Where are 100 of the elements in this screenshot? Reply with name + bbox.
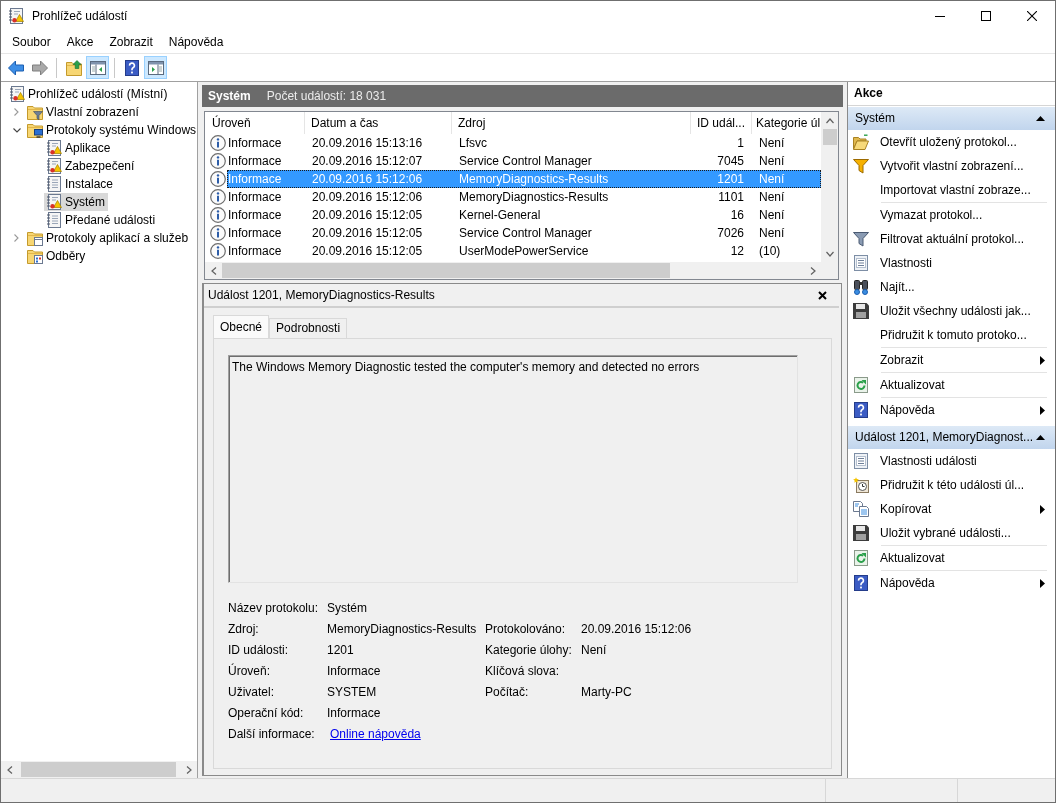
field-value: Informace [327, 706, 382, 721]
scroll-up-icon[interactable] [825, 117, 834, 124]
action-item[interactable]: Vymazat protokol... [848, 203, 1055, 227]
folder-funnel-icon [27, 104, 43, 120]
info-icon [210, 135, 226, 151]
event-row[interactable]: Informace 20.09.2016 15:13:16 Lfsvc 1 Není [227, 134, 821, 152]
expand-chevron-icon[interactable] [14, 234, 19, 242]
field-value: MemoryDiagnostics-Results [327, 622, 478, 637]
scroll-right-icon[interactable] [809, 266, 816, 275]
field-label: Úroveň: [228, 664, 272, 679]
event-row[interactable]: Informace 20.09.2016 15:12:06 MemoryDiagnostics-Results 1101 Není [227, 188, 821, 206]
scrollbar-thumb[interactable] [21, 762, 176, 777]
action-item[interactable]: Filtrovat aktuální protokol... [848, 227, 1055, 251]
table-cell-text: 7045 [716, 153, 745, 170]
field-value: 1201 [327, 643, 355, 658]
horizontal-scrollbar[interactable] [205, 262, 821, 279]
tree-item[interactable]: Aplikace [44, 139, 114, 157]
action-item[interactable]: Vlastnosti události [848, 449, 1055, 473]
event-row[interactable]: Informace 20.09.2016 15:12:05 Service Control Manager 7026 Není [227, 224, 821, 242]
help-icon [853, 575, 869, 591]
folder-grid-icon [27, 248, 43, 264]
properties-sheet-icon [853, 255, 869, 271]
table-cell-text: Informace [227, 225, 283, 242]
event-row[interactable]: Informace 20.09.2016 15:12:07 Service Control Manager 7045 Není [227, 152, 821, 170]
action-item[interactable]: Aktualizovat [848, 373, 1055, 397]
funnel-icon [853, 158, 869, 174]
tree-item[interactable]: Odběry [25, 247, 89, 265]
action-item[interactable]: Uložit všechny události jak... [848, 299, 1055, 323]
event-count: Počet událostí: 18 031 [266, 88, 387, 104]
menu-item[interactable]: Zobrazit [101, 31, 161, 53]
tab[interactable]: Podrobnosti [269, 318, 348, 338]
menu-item[interactable]: Nápověda [160, 31, 232, 53]
menu-item[interactable]: Akce [58, 31, 102, 53]
action-item[interactable]: Přidružit k tomuto protoko... [848, 323, 1055, 347]
table-cell-text: 16 [729, 207, 745, 224]
description-box: The Windows Memory Diagnostic tested the computer's memory and detected no errors [228, 355, 798, 583]
scrollbar-thumb[interactable] [222, 263, 670, 278]
window-title: Prohlížeč událostí [32, 8, 128, 24]
scroll-left-icon[interactable] [6, 765, 13, 774]
column-header[interactable]: ID udál... [691, 112, 752, 134]
submenu-arrow-icon [1040, 504, 1045, 514]
collapse-chevron-icon[interactable] [12, 127, 21, 133]
tree-item[interactable]: Zabezpečení [44, 157, 138, 175]
submenu-arrow-icon [1040, 355, 1045, 365]
action-item[interactable]: Aktualizovat [848, 546, 1055, 570]
scroll-left-icon[interactable] [210, 266, 217, 275]
table-cell-text: 20.09.2016 15:12:05 [311, 243, 424, 260]
vertical-scrollbar[interactable] [821, 112, 838, 262]
field-label: Další informace: [228, 727, 316, 742]
action-item[interactable]: Importovat vlastní zobraze... [848, 178, 1055, 202]
action-item[interactable]: Kopírovat [848, 497, 1055, 521]
action-item[interactable]: Nápověda [848, 398, 1055, 422]
table-cell-text: 7026 [716, 225, 745, 242]
field-value: Není [581, 643, 608, 658]
table-cell-text: 20.09.2016 15:12:06 [311, 171, 424, 188]
scrollbar-thumb[interactable] [823, 129, 837, 145]
field-label: ID události: [228, 643, 290, 658]
refresh-icon [853, 377, 869, 393]
tree-item[interactable]: Prohlížeč událostí (Místní) [7, 85, 171, 103]
tab[interactable]: Obecné [213, 315, 270, 338]
minimize-icon [935, 15, 945, 17]
action-item[interactable]: Zobrazit [848, 348, 1055, 372]
tree-item[interactable]: Vlastní zobrazení [25, 103, 142, 121]
log-page-icon [46, 212, 62, 228]
action-item[interactable]: Najít... [848, 275, 1055, 299]
close-button[interactable] [816, 288, 829, 302]
expand-chevron-icon[interactable] [14, 108, 19, 116]
scroll-down-icon[interactable] [825, 250, 834, 257]
table-cell-text: Service Control Manager [458, 153, 593, 170]
column-header[interactable]: Kategorie úl [752, 112, 821, 134]
column-header[interactable]: Zdroj [452, 112, 691, 134]
action-item[interactable]: Otevřít uložený protokol... [848, 130, 1055, 154]
table-cell-text: 1 [736, 135, 745, 152]
tree-item[interactable]: Protokoly aplikací a služeb [25, 229, 192, 247]
binoculars-icon [853, 279, 869, 295]
event-row[interactable]: Informace 20.09.2016 15:12:05 Kernel-General 16 Není [227, 206, 821, 224]
tree-item[interactable]: Protokoly systému Windows [25, 121, 197, 139]
menu-item[interactable]: Soubor [4, 31, 59, 53]
floppy-icon [853, 525, 869, 541]
action-item[interactable]: Vytvořit vlastní zobrazení... [848, 154, 1055, 178]
section-header[interactable]: Systém [848, 107, 1055, 130]
horizontal-scrollbar[interactable] [1, 761, 197, 778]
action-item[interactable]: Nápověda [848, 571, 1055, 595]
field-value: SYSTEM [327, 685, 378, 700]
tree-item[interactable]: Instalace [44, 175, 117, 193]
column-header[interactable]: Datum a čas [305, 112, 452, 134]
action-item[interactable]: Vlastnosti [848, 251, 1055, 275]
section-header[interactable]: Událost 1201, MemoryDiagnost... [848, 426, 1055, 449]
column-header[interactable]: Úroveň [205, 112, 305, 134]
more-info-link[interactable]: Online nápověda [330, 727, 421, 742]
tree-item[interactable]: Předané události [44, 211, 159, 229]
action-item[interactable]: Uložit vybrané události... [848, 521, 1055, 545]
clock-icon [853, 477, 869, 493]
submenu-arrow-icon [1040, 405, 1045, 415]
action-item[interactable]: Přidružit k této události úl... [848, 473, 1055, 497]
tree-item[interactable]: Systém [44, 193, 108, 211]
scroll-right-icon[interactable] [185, 765, 192, 774]
event-row[interactable]: Informace 20.09.2016 15:12:05 UserModePowerService 12 (10) [227, 242, 821, 260]
info-icon [210, 189, 226, 205]
floppy-icon [853, 303, 869, 319]
